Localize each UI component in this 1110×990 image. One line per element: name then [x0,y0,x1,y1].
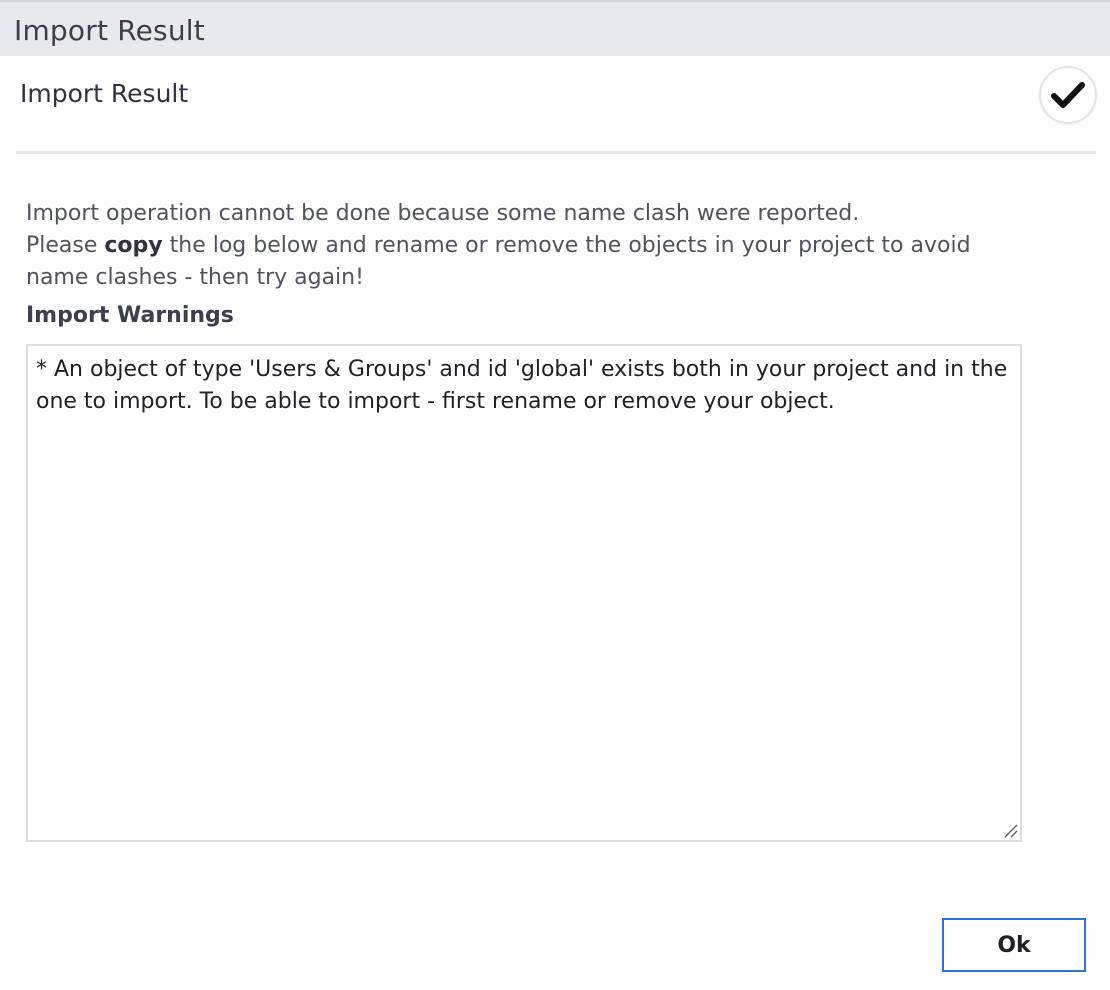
resize-handle-icon[interactable] [1002,822,1018,838]
import-result-dialog: Import Result Import Result Import opera… [0,0,1110,990]
dialog-titlebar: Import Result [0,0,1110,56]
header-title: Import Result [20,79,189,108]
checkmark-icon [1051,82,1085,108]
message-line-2-prefix: Please [26,233,105,258]
status-badge [1041,68,1095,122]
dialog-header: Import Result [16,56,1096,154]
message-line-2: Please copy the log below and rename or … [26,230,1036,294]
import-warnings-log[interactable]: * An object of type 'Users & Groups' and… [26,344,1022,842]
message-line-2-suffix: the log below and rename or remove the o… [26,233,971,290]
message-line-1: Import operation cannot be done because … [26,201,860,226]
warnings-log-text[interactable]: * An object of type 'Users & Groups' and… [36,354,1012,418]
window-title: Import Result [14,14,205,47]
import-message: Import operation cannot be done because … [26,198,1036,294]
import-warnings-label: Import Warnings [26,303,234,328]
ok-button[interactable]: Ok [942,918,1086,972]
message-copy-emphasis: copy [104,233,163,258]
